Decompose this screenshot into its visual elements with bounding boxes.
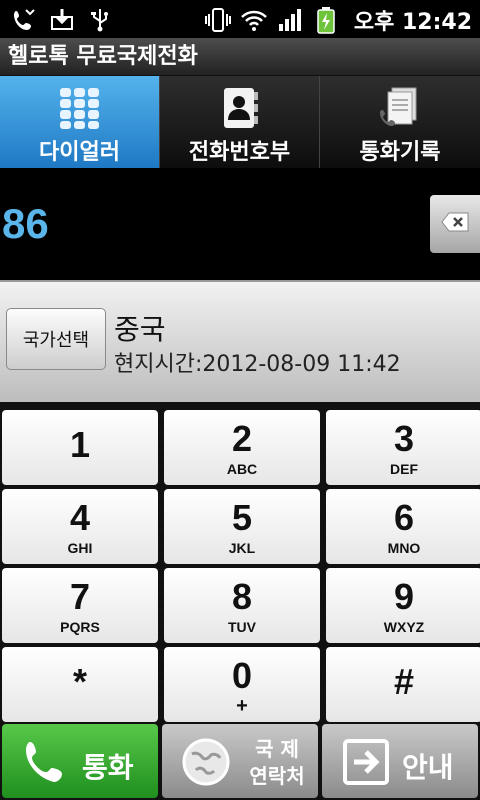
key-letters: MNO: [387, 540, 421, 556]
globe-icon: [180, 736, 232, 788]
key-digit: 3: [393, 418, 415, 459]
country-name: 중국: [114, 313, 166, 346]
key-1[interactable]: 1: [2, 410, 158, 485]
key-digit: 9: [393, 576, 415, 617]
contacts-icon: [218, 86, 262, 130]
call-label: 통화: [82, 751, 134, 784]
key-0[interactable]: 0 +: [164, 647, 320, 722]
guide-button[interactable]: 안내: [322, 724, 478, 798]
number-display: 86: [0, 168, 480, 280]
international-contacts-label: 국 제 연락처: [240, 736, 314, 790]
signal-icon: [276, 6, 304, 34]
download-icon: [48, 6, 76, 34]
key-digit: 1: [69, 424, 91, 465]
key-digit: 4: [69, 497, 91, 538]
key-letters: +: [236, 695, 248, 717]
tab-bar: 다이얼러 전화번호부 통화기록: [0, 76, 480, 168]
key-5[interactable]: 5 JKL: [164, 489, 320, 564]
key-letters: ABC: [226, 461, 258, 477]
key-letters: WXYZ: [383, 619, 425, 635]
tab-call-log[interactable]: 통화기록: [320, 76, 480, 168]
key-letters: GHI: [67, 540, 93, 556]
key-7[interactable]: 7 PQRS: [2, 568, 158, 643]
key-digit: 0: [231, 655, 253, 696]
tab-contacts[interactable]: 전화번호부: [160, 76, 320, 168]
tab-dialer[interactable]: 다이얼러: [0, 76, 160, 168]
key-star[interactable]: *: [2, 647, 158, 722]
tab-dialer-label: 다이얼러: [39, 140, 120, 165]
battery-charging-icon: [312, 6, 340, 34]
status-bar: 오후 12:42: [0, 0, 480, 38]
international-contacts-button[interactable]: 국 제 연락처: [162, 724, 318, 798]
country-panel: 국가선택 중국 현지시간:2012-08-09 11:42: [0, 280, 480, 402]
key-3[interactable]: 3 DEF: [326, 410, 480, 485]
intl-contacts-line2: 연락처: [249, 764, 305, 788]
dialed-number: 86: [2, 200, 49, 247]
tab-call-log-label: 통화기록: [359, 140, 441, 165]
tab-contacts-label: 전화번호부: [188, 140, 291, 165]
app-title: 헬로톡 무료국제전화: [0, 38, 480, 76]
key-digit: 8: [231, 576, 253, 617]
key-2[interactable]: 2 ABC: [164, 410, 320, 485]
call-button[interactable]: 통화: [2, 724, 158, 798]
usb-icon: [86, 6, 114, 34]
key-letters: DEF: [390, 461, 418, 477]
key-digit: 5: [231, 497, 253, 538]
backspace-icon: [440, 211, 470, 237]
key-letters: JKL: [228, 540, 256, 556]
dial-keypad: 1 2 ABC 3 DEF 4 GHI 5 JKL 6 MNO 7 PQRS 8 TUV 9 W…: [0, 402, 480, 722]
key-6[interactable]: 6 MNO: [326, 489, 480, 564]
country-select-button[interactable]: 국가선택: [6, 308, 106, 370]
backspace-button[interactable]: [430, 195, 480, 253]
missed-call-icon: [10, 6, 38, 34]
key-letters: PQRS: [60, 619, 100, 635]
key-digit: 6: [393, 497, 415, 538]
key-4[interactable]: 4 GHI: [2, 489, 158, 564]
status-clock: 오후 12:42: [353, 10, 472, 35]
phone-icon: [20, 736, 72, 788]
guide-label: 안내: [402, 751, 454, 784]
key-hash[interactable]: #: [326, 647, 480, 722]
action-bar: 통화 국 제 연락처 안내: [0, 722, 480, 800]
intl-contacts-line1: 국 제: [255, 737, 299, 761]
key-digit: #: [393, 661, 415, 702]
arrow-right-box-icon: [340, 736, 392, 788]
key-digit: 7: [69, 576, 91, 617]
key-8[interactable]: 8 TUV: [164, 568, 320, 643]
vibrate-icon: [204, 6, 232, 34]
key-letters: TUV: [228, 619, 256, 635]
wifi-icon: [240, 6, 268, 34]
key-digit: *: [72, 661, 87, 702]
call-log-icon: [378, 86, 422, 130]
key-9[interactable]: 9 WXYZ: [326, 568, 480, 643]
dialpad-icon: [58, 86, 102, 130]
local-time: 현지시간:2012-08-09 11:42: [114, 352, 401, 377]
key-digit: 2: [231, 418, 253, 459]
